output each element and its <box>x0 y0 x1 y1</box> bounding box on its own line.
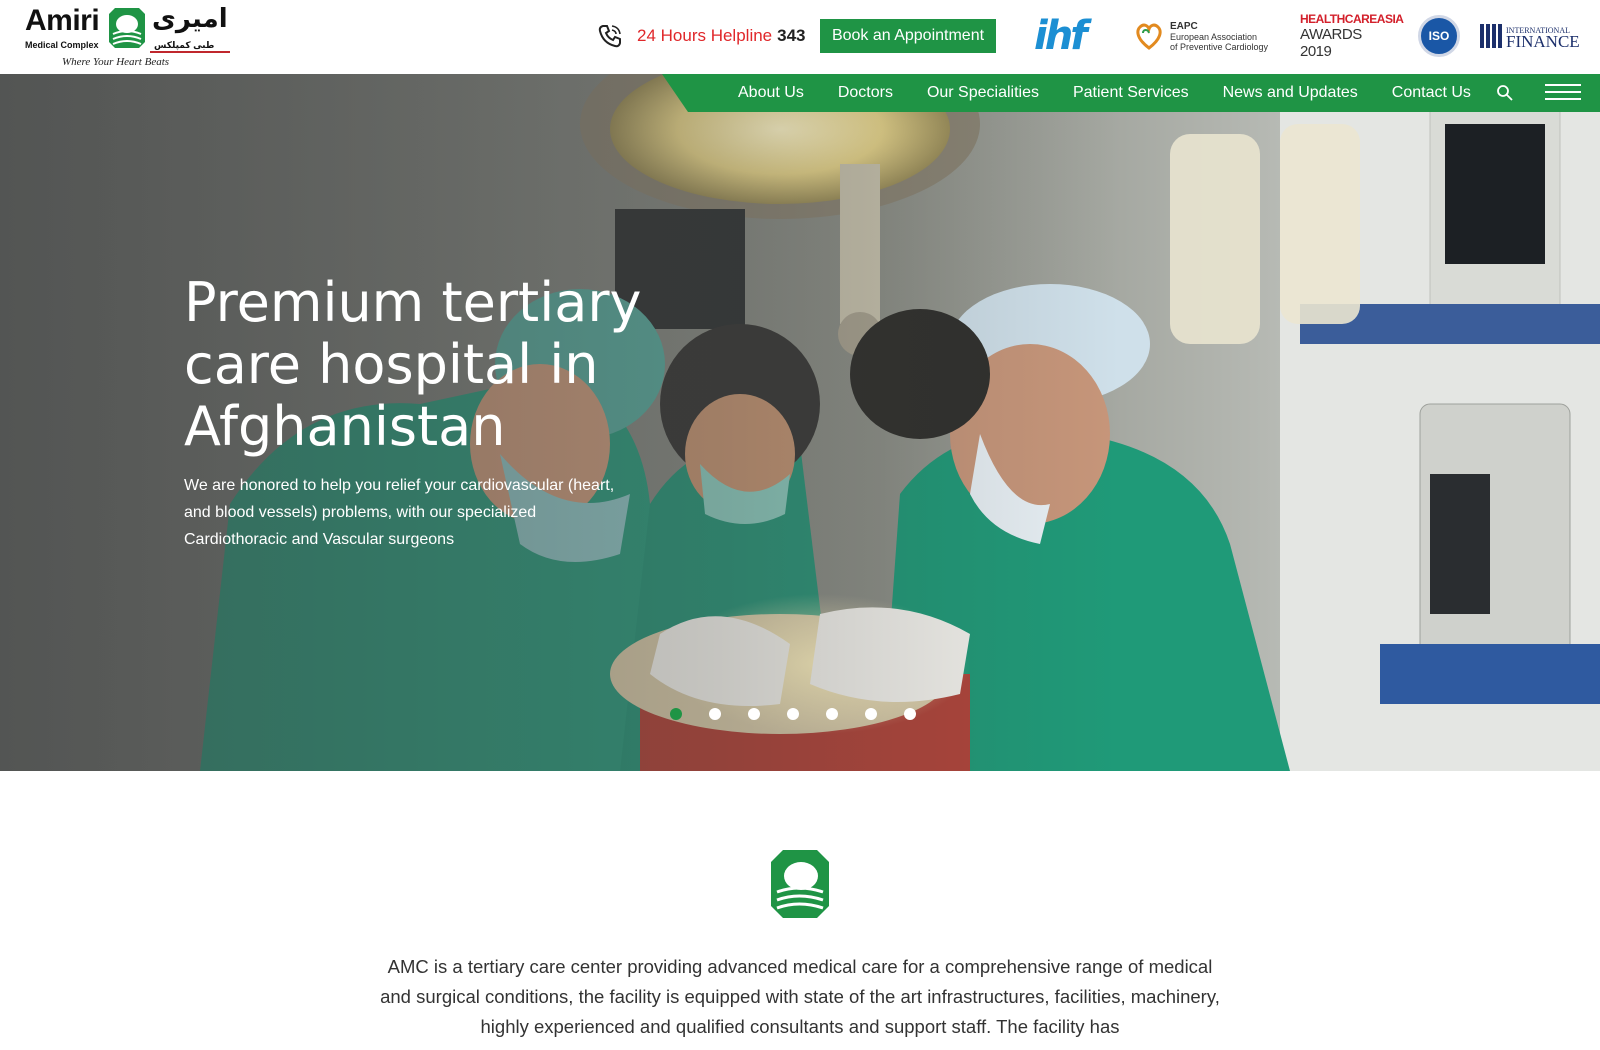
logo-sub-en: Medical Complex <box>25 40 99 50</box>
hero-description: We are honored to help you relief your c… <box>184 477 615 548</box>
international-finance-logo[interactable]: INTERNATIONAL FINANCE <box>1480 12 1580 60</box>
healthcare-asia-logo[interactable]: HEALTHCAREASIA AWARDS 2019 <box>1300 12 1404 60</box>
logo-name-en: Amiri <box>25 4 100 37</box>
nav-item-doctors[interactable]: Doctors <box>838 84 893 102</box>
helpline-number[interactable]: 343 <box>777 26 805 46</box>
amiri-logo[interactable]: Amiri Medical Complex امیری طبی کمپلکس W… <box>22 4 232 70</box>
slider-dot-6[interactable] <box>865 708 877 720</box>
hamburger-menu-icon[interactable] <box>1545 84 1581 102</box>
eapc-logo[interactable]: EAPC European Association of Preventive … <box>1134 12 1280 60</box>
heart-icon <box>1136 23 1162 50</box>
book-appointment-button[interactable]: Book an Appointment <box>820 19 996 53</box>
nav-item-about-us[interactable]: About Us <box>738 84 804 102</box>
if-bars-icon <box>1480 24 1502 48</box>
logo-name-ar: امیری <box>152 4 228 34</box>
helpline-label: 24 Hours Helpline <box>637 26 773 45</box>
iso-badge-text: ISO <box>1418 15 1460 57</box>
search-icon[interactable] <box>1496 84 1514 102</box>
nav-item-patient-services[interactable]: Patient Services <box>1073 84 1189 102</box>
iso-badge[interactable]: ISO <box>1418 12 1462 60</box>
phone-icon <box>598 25 621 48</box>
helpline[interactable]: 24 Hours Helpline 343 <box>597 20 806 52</box>
hca-bottom: AWARDS 2019 <box>1300 26 1362 60</box>
eapc-line-2: of Preventive Cardiology <box>1170 41 1269 52</box>
amiri-mark-icon <box>771 850 829 918</box>
logo-divider <box>150 51 230 53</box>
nav-item-news-and-updates[interactable]: News and Updates <box>1223 84 1358 102</box>
slider-dot-4[interactable] <box>787 708 799 720</box>
eapc-abbr: EAPC <box>1170 20 1198 32</box>
nav-item-contact-us[interactable]: Contact Us <box>1392 84 1471 102</box>
eapc-line-1: European Association <box>1170 31 1258 42</box>
slider-dot-3[interactable] <box>748 708 760 720</box>
hca-top: HEALTHCAREASIA <box>1300 12 1404 26</box>
slider-dot-2[interactable] <box>709 708 721 720</box>
slider-dot-1[interactable] <box>670 708 682 720</box>
slider-dots <box>670 708 916 720</box>
logo-tagline: Where Your Heart Beats <box>62 56 170 68</box>
about-text: AMC is a tertiary care center providing … <box>380 956 1220 1037</box>
slider-dot-5[interactable] <box>826 708 838 720</box>
amiri-mark-icon <box>109 8 145 48</box>
logo-sub-ar: طبی کمپلکس <box>154 40 215 50</box>
site-header: Amiri Medical Complex امیری طبی کمپلکس W… <box>0 0 1600 74</box>
ihf-logo[interactable]: ihf <box>1034 12 1096 60</box>
nav-item-our-specialities[interactable]: Our Specialities <box>927 84 1039 102</box>
ihf-logo-text: ihf <box>1034 13 1088 59</box>
if-large: FINANCE <box>1506 32 1580 51</box>
slider-dot-7[interactable] <box>904 708 916 720</box>
hero-title: Premium tertiary care hospital in Afghan… <box>184 271 642 458</box>
main-nav: About Us Doctors Our Specialities Patien… <box>738 74 1505 112</box>
hero-slider[interactable]: Premium tertiary care hospital in Afghan… <box>0 74 1600 771</box>
